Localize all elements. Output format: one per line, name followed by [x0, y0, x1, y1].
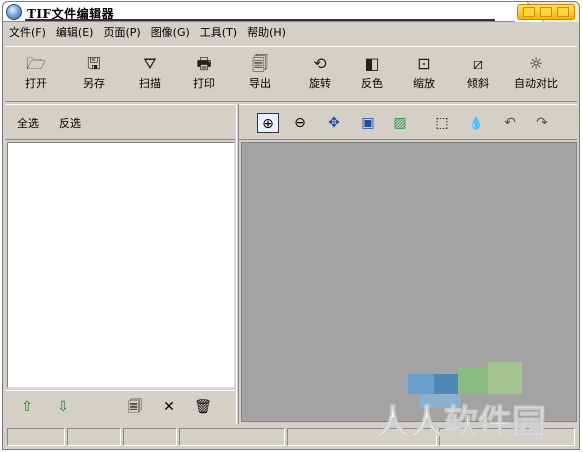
menu-page[interactable]: 页面(P) [103, 24, 140, 42]
status-cell [67, 428, 121, 446]
actual-size-icon[interactable]: ▣ [357, 113, 379, 133]
auto-contrast-label: 自动对比 [514, 77, 558, 90]
image-view-area[interactable] [241, 142, 577, 422]
resize-icon: ⊡ [417, 54, 431, 73]
skew-label: 倾斜 [467, 77, 489, 90]
menu-help[interactable]: 帮助(H) [247, 24, 286, 42]
auto-contrast-button[interactable]: ☼ 自动对比 [505, 53, 567, 99]
minimize-button[interactable] [523, 7, 535, 17]
scanner-icon: ⛛ [143, 54, 157, 73]
menu-bar: 文件(F) 编辑(E) 页面(P) 图像(G) 工具(T) 帮助(H) [9, 24, 296, 42]
resize-button[interactable]: ⊡ 缩放 [397, 53, 451, 99]
open-button[interactable]: 🗁 打开 [9, 53, 63, 99]
maximize-button[interactable] [540, 7, 552, 17]
status-cell [123, 428, 177, 446]
rectangle-select-icon[interactable]: ⬚ [431, 113, 453, 133]
export-button[interactable]: 🗐 导出 [233, 53, 287, 99]
save-as-label: 另存 [83, 77, 105, 90]
title-underline [25, 19, 495, 21]
window-controls [517, 4, 575, 20]
skew-button[interactable]: ⧄ 倾斜 [451, 53, 505, 99]
menu-file[interactable]: 文件(F) [9, 24, 46, 42]
invert-color-button[interactable]: ◧ 反色 [345, 53, 399, 99]
folder-open-icon: 🗁 [26, 54, 46, 73]
auto-contrast-icon: ☼ [528, 54, 544, 73]
menu-image[interactable]: 图像(G) [151, 24, 190, 42]
print-button[interactable]: 🖶 打印 [177, 53, 231, 99]
status-cell [287, 428, 437, 446]
zoom-in-icon[interactable]: ⊕ [257, 113, 279, 133]
select-all-link[interactable]: 全选 [17, 115, 39, 131]
fit-to-window-icon[interactable]: ✥ [323, 113, 345, 133]
close-button[interactable] [557, 7, 569, 17]
rotate-button[interactable]: ⟲ 旋转 [293, 53, 347, 99]
skew-icon: ⧄ [472, 54, 484, 73]
view-toolbar: ⊕ ⊖ ✥ ▣ ▨ ⬚ 💧 ↶ ↷ [239, 104, 577, 140]
image-view-icon[interactable]: ▨ [389, 113, 411, 133]
scan-button[interactable]: ⛛ 扫描 [123, 53, 177, 99]
invert-color-icon: ◧ [364, 54, 380, 73]
export-label: 导出 [249, 77, 271, 90]
status-cell [439, 428, 575, 446]
open-label: 打开 [25, 77, 47, 90]
app-globe-icon [6, 4, 22, 20]
move-down-icon[interactable]: ⇩ [53, 397, 73, 417]
app-window: TIF文件编辑器 文件(F) 编辑(E) 页面(P) 图像(G) 工具(T) 帮… [2, 1, 580, 450]
title-bar[interactable]: TIF文件编辑器 [3, 2, 579, 22]
printer-icon: 🖶 [196, 54, 212, 73]
status-cell [7, 428, 65, 446]
scan-label: 扫描 [139, 77, 161, 90]
color-dropper-icon[interactable]: 💧 [465, 113, 487, 133]
status-bar [5, 426, 577, 448]
resize-label: 缩放 [413, 77, 435, 90]
select-invert-link[interactable]: 反选 [59, 115, 81, 131]
page-list[interactable] [7, 142, 235, 388]
status-cell [179, 428, 285, 446]
redo-icon[interactable]: ↷ [531, 113, 553, 133]
floppy-disk-icon: 🖫 [87, 54, 101, 73]
rotate-label: 旋转 [309, 77, 331, 90]
save-as-button[interactable]: 🖫 另存 [67, 53, 121, 99]
trash-icon[interactable]: 🗑 [193, 397, 213, 417]
menu-tools[interactable]: 工具(T) [200, 24, 237, 42]
main-toolbar: 🗁 打开 🖫 另存 ⛛ 扫描 🖶 打印 🗐 导出 ⟲ 旋转 ◧ 反色 ⊡ 缩放 ⧄ 倾斜 ☼ 自动对… [5, 46, 577, 102]
invert-color-label: 反色 [361, 77, 383, 90]
export-icon: 🗐 [252, 54, 268, 73]
print-label: 打印 [193, 77, 215, 90]
move-up-icon[interactable]: ⇧ [17, 397, 37, 417]
undo-icon[interactable]: ↶ [499, 113, 521, 133]
zoom-out-icon[interactable]: ⊖ [289, 113, 311, 133]
list-panel-header: 全选 反选 [5, 104, 235, 140]
menu-edit[interactable]: 编辑(E) [56, 24, 94, 42]
delete-icon[interactable]: ✕ [159, 397, 179, 417]
list-panel-footer: ⇧ ⇩ 🗐 ✕ 🗑 [5, 390, 235, 422]
copy-page-icon[interactable]: 🗐 [125, 397, 145, 417]
panel-splitter[interactable] [236, 104, 239, 424]
rotate-icon: ⟲ [313, 54, 327, 73]
